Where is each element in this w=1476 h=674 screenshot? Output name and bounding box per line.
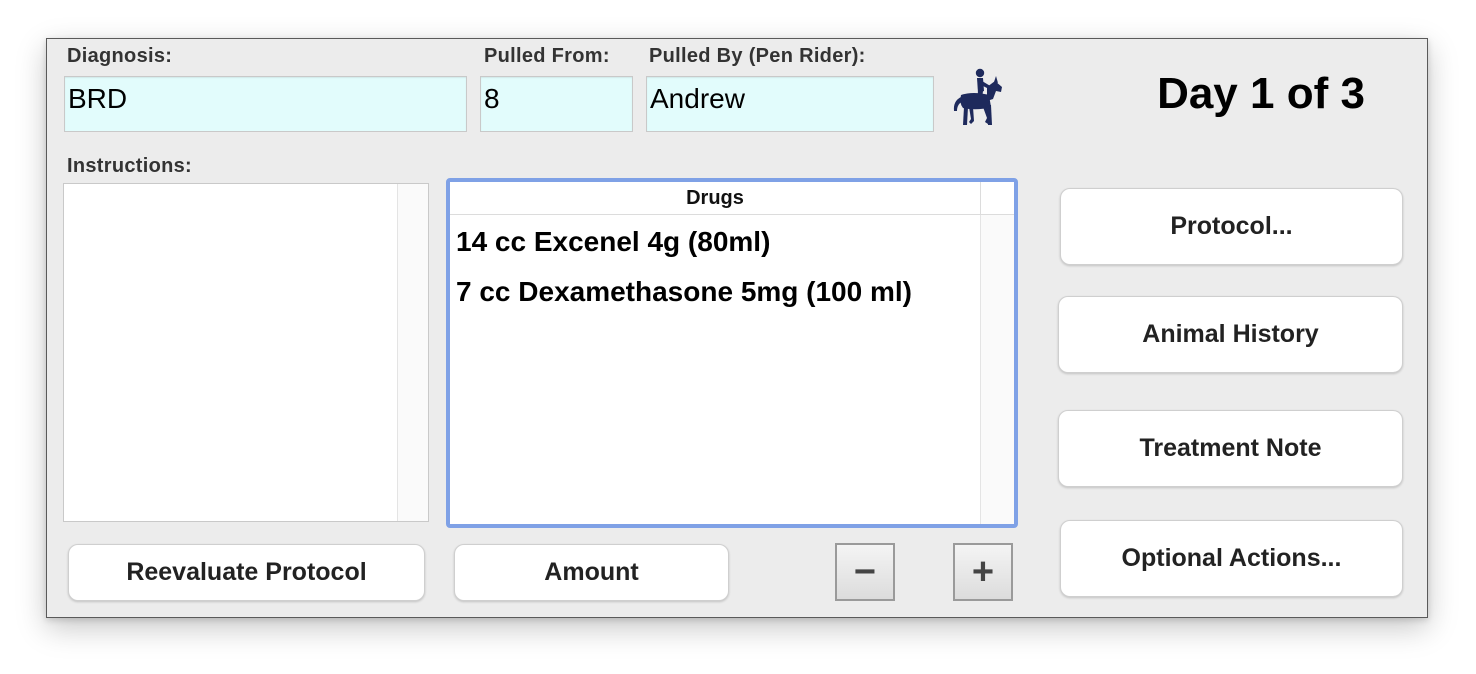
pulled-from-field[interactable]: 8	[480, 76, 633, 132]
pulled-by-label: Pulled By (Pen Rider):	[649, 45, 866, 67]
instructions-text	[64, 184, 428, 192]
reevaluate-protocol-button[interactable]: Reevaluate Protocol	[68, 544, 425, 601]
drugs-column-header[interactable]: Drugs	[450, 182, 980, 215]
pulled-by-field[interactable]: Andrew	[646, 76, 934, 132]
horse-rider-icon[interactable]	[947, 67, 1007, 127]
day-counter-title: Day 1 of 3	[1157, 69, 1365, 118]
optional-actions-button[interactable]: Optional Actions...	[1060, 520, 1403, 597]
diagnosis-field[interactable]: BRD	[64, 76, 467, 132]
diagnosis-label: Diagnosis:	[67, 45, 173, 67]
pulled-from-label: Pulled From:	[484, 45, 610, 67]
drugs-scrollbar[interactable]	[980, 215, 1014, 524]
treatment-note-button[interactable]: Treatment Note	[1058, 410, 1403, 487]
instructions-scrollbar[interactable]	[397, 184, 428, 521]
protocol-button[interactable]: Protocol...	[1060, 188, 1403, 265]
drug-row[interactable]: 7 cc Dexamethasone 5mg (100 ml)	[456, 270, 976, 320]
animal-history-button[interactable]: Animal History	[1058, 296, 1403, 373]
remove-drug-button[interactable]: −	[835, 543, 895, 601]
instructions-label: Instructions:	[67, 155, 193, 177]
drugs-list[interactable]: Drugs 14 cc Excenel 4g (80ml) 7 cc Dexam…	[446, 178, 1018, 528]
drugs-header-corner	[980, 182, 1014, 215]
add-drug-button[interactable]: +	[953, 543, 1013, 601]
instructions-textarea[interactable]	[63, 183, 429, 522]
amount-button[interactable]: Amount	[454, 544, 729, 601]
drug-row[interactable]: 14 cc Excenel 4g (80ml)	[456, 220, 976, 270]
treatment-window: Diagnosis: BRD Pulled From: 8 Pulled By …	[46, 38, 1428, 618]
